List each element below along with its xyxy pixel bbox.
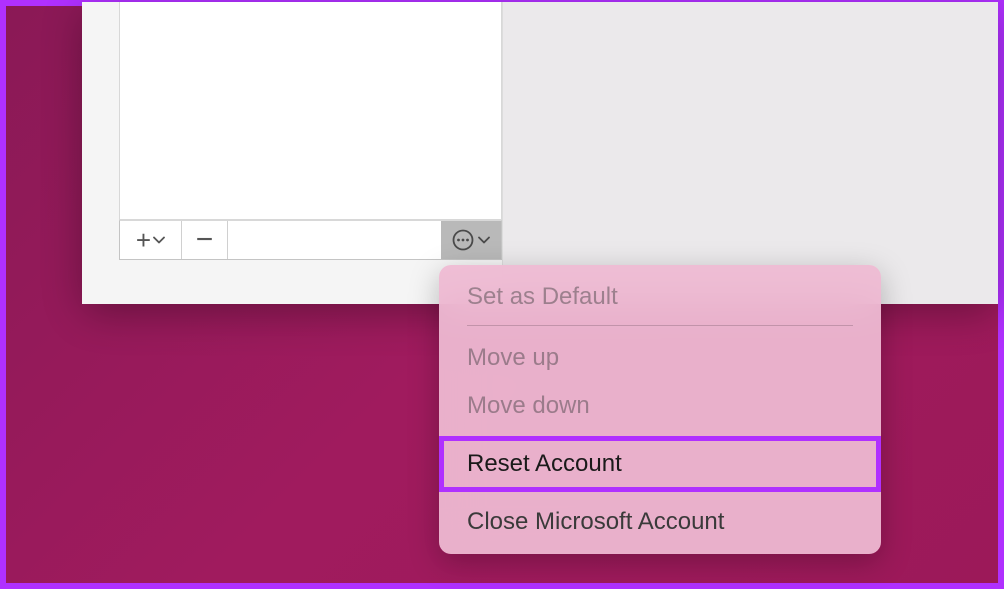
chevron-down-icon [478,236,490,244]
ellipsis-circle-icon [452,229,474,251]
options-dropdown-menu: Set as Default Move up Move down Reset A… [439,265,881,554]
remove-account-button[interactable]: − [182,221,228,259]
accounts-list[interactable] [119,2,502,220]
add-account-button[interactable]: + [120,221,182,259]
menu-item-reset-account[interactable]: Reset Account [439,436,881,492]
menu-separator [467,325,853,326]
list-toolbar: + − [119,220,502,260]
menu-item-close-account[interactable]: Close Microsoft Account [439,498,881,546]
toolbar-spacer [228,221,441,259]
chevron-down-icon [153,236,165,244]
menu-item-move-down: Move down [439,382,881,430]
account-details-panel [502,2,998,304]
menu-item-move-up: Move up [439,334,881,382]
settings-window: + − [82,2,998,304]
plus-icon: + [136,227,151,253]
options-button[interactable] [441,221,501,259]
accounts-list-panel: + − [82,2,502,304]
minus-icon: − [196,225,214,255]
menu-item-set-default: Set as Default [439,273,881,321]
